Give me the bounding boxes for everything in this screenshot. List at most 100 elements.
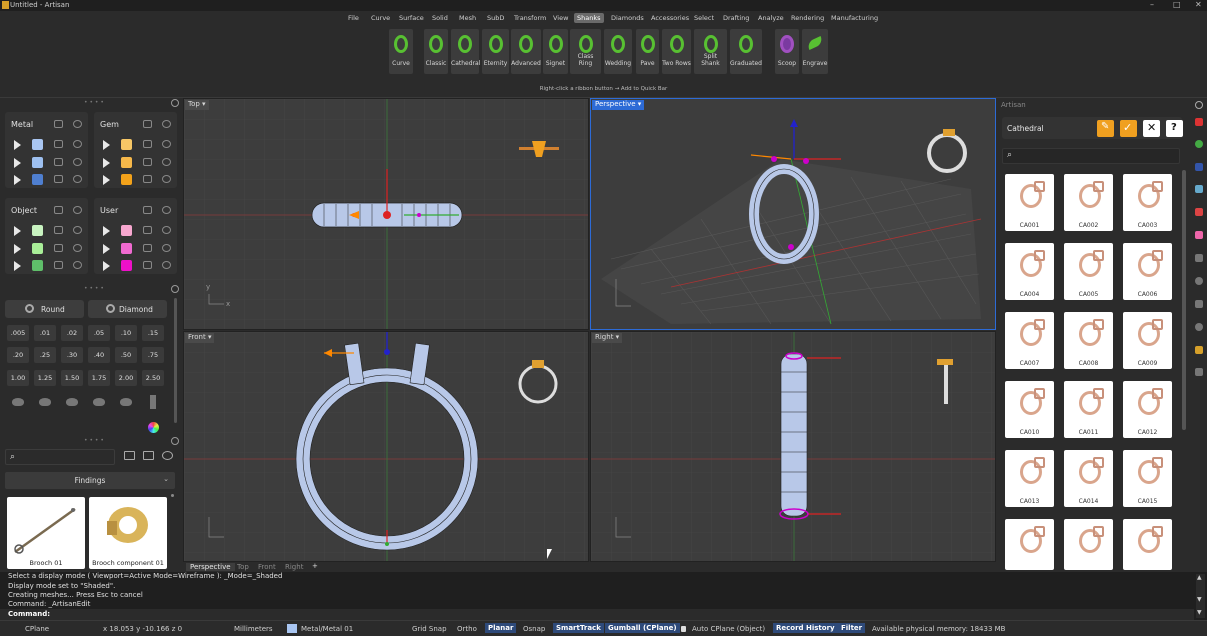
layer-color-swatch[interactable] [121,243,132,254]
render-icon[interactable] [1195,118,1203,126]
panel-grip-icon[interactable]: • • • • [84,99,104,106]
artisan-scrollbar[interactable] [1182,170,1186,430]
ribbon-curve-button[interactable]: Curve [389,29,413,74]
play-icon[interactable] [103,175,110,185]
menu-shanks[interactable]: Shanks [574,13,604,23]
grid-snap-toggle[interactable]: Grid Snap [412,625,447,633]
gem-size-button[interactable]: .05 [88,325,110,341]
gear-icon[interactable] [171,437,179,445]
palette-icon[interactable] [1195,231,1203,239]
play-icon[interactable] [14,140,21,150]
eye-icon[interactable] [162,175,171,183]
gem-panel-scrollbar[interactable] [174,298,177,423]
color-wheel-icon[interactable] [148,422,159,433]
light-icon[interactable] [1195,277,1203,285]
eye-icon[interactable] [73,261,82,269]
tab-right[interactable]: Right [285,563,303,571]
ribbon-graduated-button[interactable]: Graduated [730,29,762,74]
confirm-button[interactable]: ✓ [1120,120,1137,137]
lock-icon[interactable] [54,175,63,183]
layer-color-swatch[interactable] [32,260,43,271]
lock-icon[interactable] [143,206,152,214]
menu-solid[interactable]: Solid [429,13,451,23]
folder-search-icon[interactable] [124,451,135,460]
menu-rendering[interactable]: Rendering [788,13,827,23]
gem-size-button[interactable]: 2.00 [115,370,137,386]
eye-icon[interactable] [73,158,82,166]
tab-perspective[interactable]: Perspective [186,563,235,571]
lock-icon[interactable] [54,140,63,148]
ring-thumbnail[interactable]: CA015 [1123,450,1172,507]
gem-size-button[interactable]: .20 [7,347,29,363]
library-item[interactable]: Brooch component 01 [89,497,167,569]
layer-color-swatch[interactable] [32,243,43,254]
ribbon-engrave-button[interactable]: Engrave [802,29,828,74]
menu-surface[interactable]: Surface [396,13,427,23]
snapshot-icon[interactable] [1195,254,1203,262]
viewport-top[interactable]: yx Top ▾ [183,98,589,330]
lock-icon[interactable] [54,226,63,234]
ring-thumbnail[interactable]: CA014 [1064,450,1113,507]
osnap-toggle[interactable]: Osnap [523,625,545,633]
filter-toggle[interactable]: Filter [838,623,866,633]
ring-thumbnail[interactable]: CA001 [1005,174,1054,231]
gem-size-button[interactable]: .25 [34,347,56,363]
layers-icon[interactable] [1195,163,1203,171]
play-icon[interactable] [103,226,110,236]
library-item[interactable]: Brooch 01 [7,497,85,569]
play-icon[interactable] [14,158,21,168]
ring-thumbnail[interactable]: CA010 [1005,381,1054,438]
menu-mesh[interactable]: Mesh [456,13,479,23]
gem-size-button[interactable]: .10 [115,325,137,341]
tab-top[interactable]: Top [237,563,249,571]
properties-icon[interactable] [1195,368,1203,376]
ring-thumbnail[interactable]: CA004 [1005,243,1054,300]
record-history-toggle[interactable]: Record History [773,623,838,633]
ring-thumbnail[interactable] [1123,519,1172,570]
current-layer[interactable]: Metal/Metal 01 [301,625,353,633]
ribbon-split-shank-button[interactable]: Split Shank [694,29,727,74]
lock-icon[interactable] [143,120,152,128]
eye-icon[interactable] [162,158,171,166]
ring-thumbnail[interactable]: CA006 [1123,243,1172,300]
ribbon-eternity-button[interactable]: Eternity [482,29,509,74]
ortho-toggle[interactable]: Ortho [457,625,477,633]
ring-thumbnail[interactable]: CA003 [1123,174,1172,231]
lock-icon[interactable] [54,261,63,269]
lock-icon[interactable] [54,158,63,166]
play-icon[interactable] [103,140,110,150]
eye-icon[interactable] [162,140,171,148]
ring-thumbnail[interactable] [1005,519,1054,570]
refresh-icon[interactable] [162,451,173,460]
gem-size-button[interactable]: 2.50 [142,370,164,386]
minimize-button[interactable]: – [1150,0,1154,9]
panel-grip-icon[interactable]: • • • • [84,437,104,444]
lock-icon[interactable] [143,244,152,252]
ring-thumbnail[interactable]: CA008 [1064,312,1113,369]
viewport-front-label[interactable]: Front ▾ [185,333,215,343]
edit-button[interactable]: ✎ [1097,120,1114,137]
gem-size-button[interactable]: .40 [88,347,110,363]
lock-icon[interactable] [143,158,152,166]
lock-icon[interactable] [143,140,152,148]
ribbon-scoop-button[interactable]: Scoop [775,29,799,74]
ribbon-pave-button[interactable]: Pave [636,29,659,74]
help-button[interactable]: ? [1166,120,1183,137]
ribbon-class-ring-button[interactable]: Class Ring [570,29,601,74]
play-icon[interactable] [14,244,21,254]
gem-setting-icon[interactable] [150,395,156,409]
gem-size-button[interactable]: 1.75 [88,370,110,386]
gem-size-button[interactable]: .01 [34,325,56,341]
cplane-status[interactable]: CPlane [25,625,49,633]
gear-icon[interactable] [1195,101,1203,109]
eye-icon[interactable] [73,120,82,128]
eye-icon[interactable] [73,206,82,214]
ring-thumbnail[interactable]: CA012 [1123,381,1172,438]
ribbon-two-rows-button[interactable]: Two Rows [662,29,691,74]
play-icon[interactable] [14,175,21,185]
layer-color-swatch[interactable] [121,174,132,185]
viewport-perspective[interactable]: Perspective ▾ [590,98,996,330]
play-icon[interactable] [14,261,21,271]
play-icon[interactable] [14,226,21,236]
layer-color-swatch[interactable] [32,157,43,168]
